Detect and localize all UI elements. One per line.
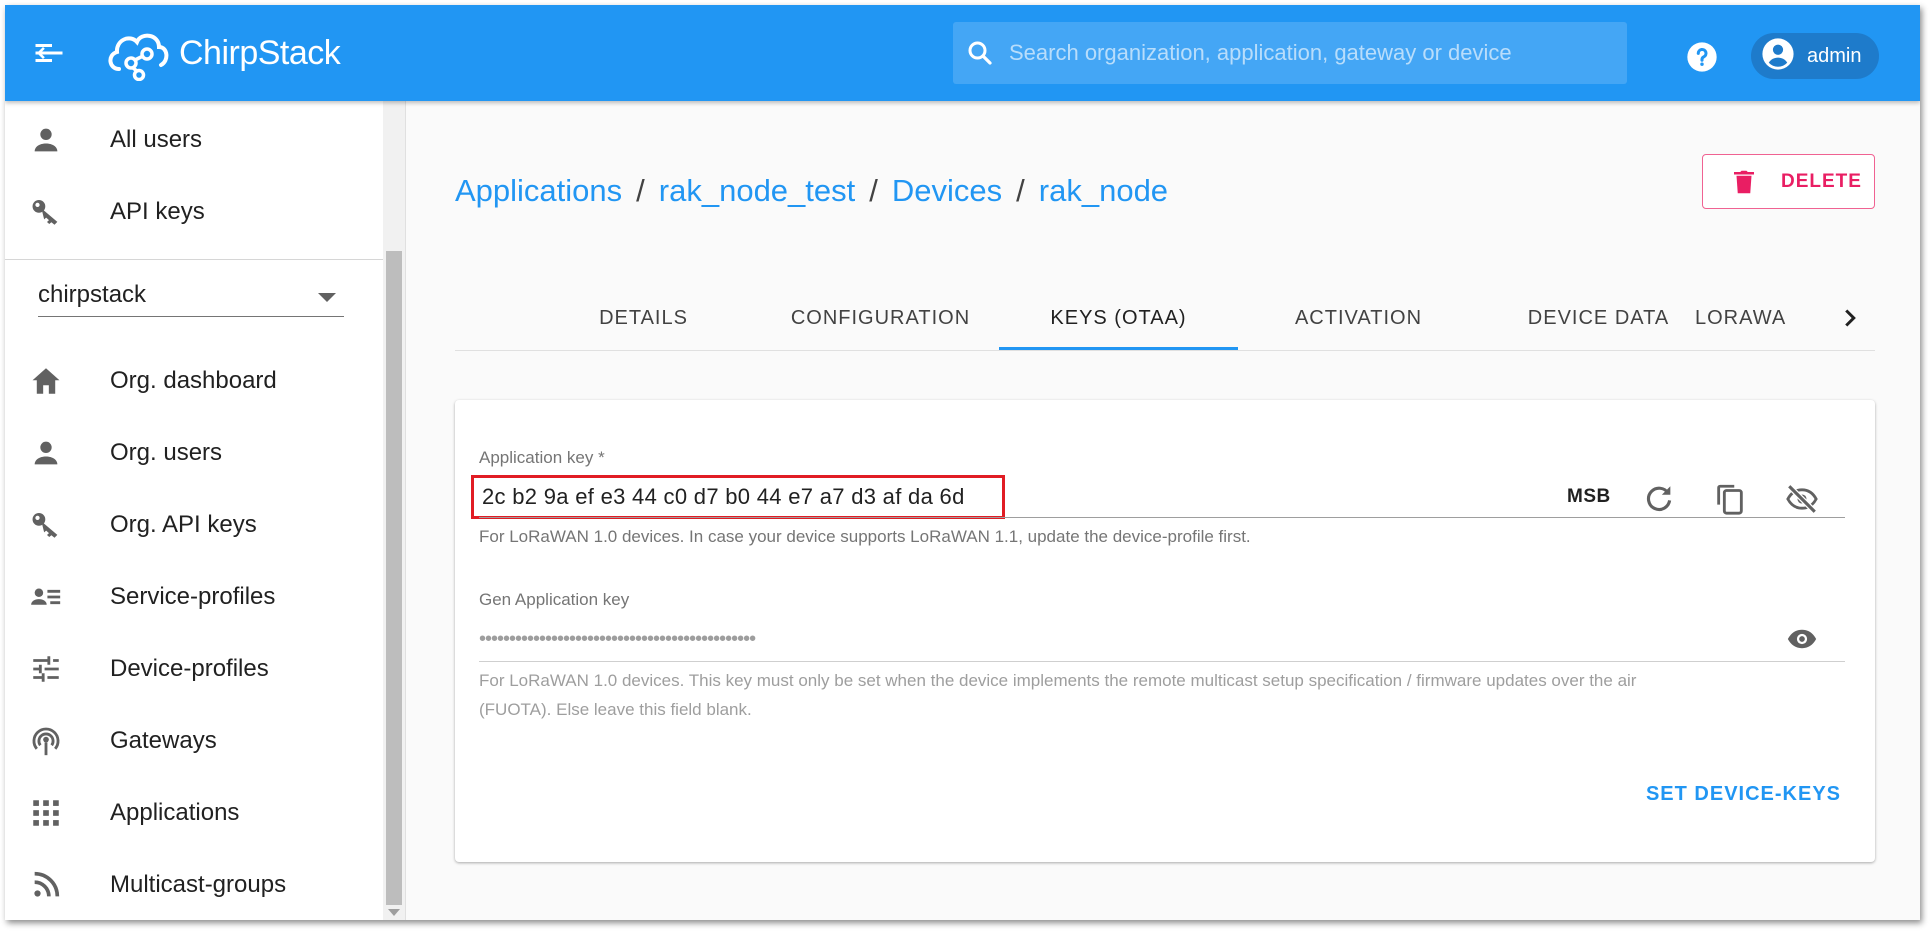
- gateway-icon: [29, 724, 63, 758]
- scroll-down-icon[interactable]: [388, 909, 400, 916]
- sidebar-item-multicast-groups[interactable]: Multicast-groups: [5, 855, 380, 915]
- sidebar-item-label: Service-profiles: [110, 583, 276, 610]
- app-key-helper-text: For LoRaWAN 1.0 devices. In case your de…: [479, 527, 1251, 546]
- tab-activation[interactable]: ACTIVATION: [1239, 285, 1478, 351]
- gen-app-key-underline: [479, 661, 1845, 662]
- brand-logo[interactable]: ChirpStack: [105, 25, 341, 81]
- delete-button[interactable]: DELETE: [1702, 154, 1875, 209]
- visibility-off-icon[interactable]: [1785, 482, 1819, 516]
- key-icon: [29, 195, 63, 229]
- sidebar-item-org-users[interactable]: Org. users: [5, 423, 380, 483]
- chevron-right-icon[interactable]: [1835, 303, 1865, 333]
- organization-select[interactable]: chirpstack: [38, 277, 344, 317]
- rss-icon: [29, 868, 63, 902]
- sidebar-item-org-dashboard[interactable]: Org. dashboard: [5, 351, 380, 411]
- breadcrumb-device[interactable]: rak_node: [1039, 173, 1168, 209]
- search-bar[interactable]: [953, 22, 1627, 84]
- sidebar-item-label: API keys: [110, 198, 205, 225]
- visibility-icon[interactable]: [1785, 622, 1819, 656]
- tab-lorawan-frames[interactable]: LORAWA: [1695, 285, 1815, 351]
- person-icon: [29, 436, 63, 470]
- set-device-keys-button[interactable]: SET DEVICE-KEYS: [1646, 783, 1841, 806]
- sidebar-item-label: All users: [110, 126, 203, 153]
- search-input[interactable]: [1009, 40, 1627, 66]
- delete-button-label: DELETE: [1781, 170, 1862, 192]
- tab-keys-otaa[interactable]: KEYS (OTAA): [999, 285, 1238, 351]
- home-icon: [29, 364, 63, 398]
- trash-icon: [1729, 167, 1759, 197]
- byte-order-toggle[interactable]: MSB: [1567, 486, 1611, 508]
- app-key-underline: [479, 517, 1845, 518]
- active-tab-indicator: [999, 347, 1238, 350]
- chirpstack-logo-icon: [108, 33, 169, 81]
- sidebar-item-service-profiles[interactable]: Service-profiles: [5, 567, 380, 627]
- breadcrumb-separator: /: [636, 173, 645, 208]
- app-window: ChirpStack admin All users: [5, 5, 1920, 920]
- sidebar: All users API keys chirpstack Org. dashb…: [5, 101, 406, 920]
- sidebar-item-label: Multicast-groups: [110, 871, 287, 898]
- gen-app-key-input[interactable]: ••••••••••••••••••••••••••••••••••••••••…: [479, 628, 756, 651]
- sidebar-item-device-profiles[interactable]: Device-profiles: [5, 639, 380, 699]
- gen-app-key-helper-line1: For LoRaWAN 1.0 devices. This key must o…: [479, 671, 1637, 690]
- keys-form-card: Application key * 2c b2 9a ef e3 44 c0 d…: [455, 400, 1875, 862]
- user-menu-button[interactable]: admin: [1751, 33, 1880, 79]
- refresh-icon[interactable]: [1642, 482, 1676, 516]
- app-key-label: Application key *: [479, 448, 605, 467]
- sidebar-item-gateways[interactable]: Gateways: [5, 711, 380, 771]
- breadcrumb-separator: /: [1016, 173, 1025, 208]
- breadcrumb-applications[interactable]: Applications: [455, 173, 622, 209]
- sidebar-item-applications[interactable]: Applications: [5, 783, 380, 843]
- copy-icon[interactable]: [1713, 482, 1747, 516]
- sidebar-item-api-keys[interactable]: API keys: [5, 182, 380, 242]
- sidebar-item-label: Applications: [110, 799, 240, 826]
- sidebar-scrollbar-thumb[interactable]: [386, 251, 402, 905]
- sidebar-item-org-api-keys[interactable]: Org. API keys: [5, 495, 380, 555]
- tab-device-data[interactable]: DEVICE DATA: [1479, 285, 1718, 351]
- account-circle-icon: [1761, 37, 1795, 76]
- search-icon: [965, 38, 995, 68]
- breadcrumb-application[interactable]: rak_node_test: [659, 173, 855, 209]
- organization-select-value: chirpstack: [38, 281, 147, 308]
- user-name: admin: [1807, 44, 1862, 67]
- sidebar-item-label: Gateways: [110, 727, 217, 754]
- app-key-input[interactable]: 2c b2 9a ef e3 44 c0 d7 b0 44 e7 a7 d3 a…: [471, 475, 1005, 519]
- top-app-bar: ChirpStack admin: [5, 5, 1920, 101]
- tab-details[interactable]: DETAILS: [524, 285, 763, 351]
- breadcrumb: Applications / rak_node_test / Devices /…: [455, 173, 1168, 209]
- menu-collapse-icon[interactable]: [31, 35, 67, 71]
- help-icon[interactable]: [1686, 41, 1718, 73]
- breadcrumb-devices[interactable]: Devices: [892, 173, 1002, 209]
- sidebar-divider: [5, 259, 383, 260]
- sidebar-item-all-users[interactable]: All users: [5, 110, 380, 170]
- sidebar-item-label: Org. API keys: [110, 511, 257, 538]
- person-icon: [29, 123, 63, 157]
- sidebar-item-label: Org. users: [110, 439, 223, 466]
- gen-app-key-helper-line2: (FUOTA). Else leave this field blank.: [479, 700, 752, 719]
- sidebar-item-label: Device-profiles: [110, 655, 269, 682]
- breadcrumb-separator: /: [869, 173, 878, 208]
- service-profiles-icon: [29, 580, 63, 614]
- chevron-down-icon: [318, 293, 336, 302]
- brand-name: ChirpStack: [179, 33, 341, 72]
- tab-configuration[interactable]: CONFIGURATION: [761, 285, 1000, 351]
- gen-app-key-label: Gen Application key: [479, 590, 630, 609]
- device-tabs: DETAILS CONFIGURATION KEYS (OTAA) ACTIVA…: [455, 285, 1875, 351]
- apps-grid-icon: [29, 796, 63, 830]
- tune-icon: [29, 652, 63, 686]
- sidebar-item-label: Org. dashboard: [110, 367, 277, 394]
- key-icon: [29, 508, 63, 542]
